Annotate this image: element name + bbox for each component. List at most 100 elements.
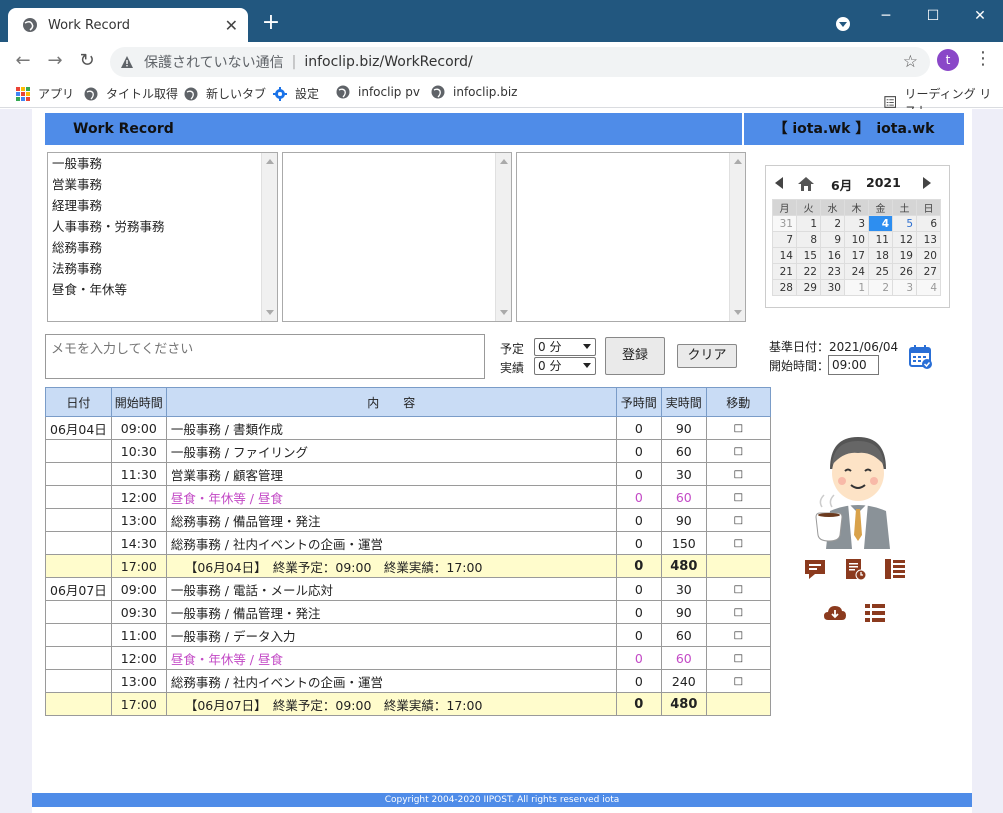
calendar-day[interactable]: 2 bbox=[868, 279, 893, 296]
home-icon[interactable] bbox=[798, 177, 814, 191]
table-row[interactable]: 10:30 一般事務 / ファイリング 0 60 □ bbox=[45, 439, 771, 463]
register-button[interactable]: 登録 bbox=[605, 337, 665, 375]
day-total-row[interactable]: 17:00 【06月04日】 終業予定：09:00 終業実績：17:00 0 480 bbox=[45, 554, 771, 578]
bookmark-settings[interactable]: 設定 bbox=[273, 85, 319, 102]
browser-tab[interactable]: Work Record ✕ bbox=[8, 8, 248, 42]
tab-search-icon[interactable] bbox=[836, 17, 850, 31]
calendar-day[interactable]: 27 bbox=[916, 263, 941, 280]
bookmark-newtab[interactable]: 新しいタブ bbox=[184, 85, 266, 102]
category-item[interactable]: 人事事務・労務事務 bbox=[48, 216, 277, 237]
subcategory-listbox[interactable] bbox=[282, 152, 512, 322]
scroll-down-icon[interactable] bbox=[734, 310, 742, 315]
clear-button[interactable]: クリア bbox=[677, 344, 737, 368]
calendar-day[interactable]: 10 bbox=[844, 231, 869, 248]
table-row[interactable]: 09:30 一般事務 / 備品管理・発注 0 90 □ bbox=[45, 600, 771, 624]
download-icon[interactable] bbox=[823, 601, 847, 625]
listbox-scrollbar[interactable] bbox=[729, 153, 745, 321]
calendar-day[interactable]: 2 bbox=[820, 215, 845, 232]
bookmark-star-icon[interactable]: ☆ bbox=[903, 52, 918, 72]
calendar-day[interactable]: 23 bbox=[820, 263, 845, 280]
listbox-scrollbar[interactable] bbox=[495, 153, 511, 321]
prev-month-icon[interactable] bbox=[775, 177, 783, 189]
calendar-day[interactable]: 5 bbox=[892, 215, 917, 232]
table-row[interactable]: 13:00 総務事務 / 社内イベントの企画・運営 0 240 □ bbox=[45, 669, 771, 693]
row-move-checkbox[interactable]: □ bbox=[705, 439, 771, 463]
calendar-day[interactable]: 11 bbox=[868, 231, 893, 248]
category-item[interactable]: 一般事務 bbox=[48, 153, 277, 174]
detail-listbox[interactable] bbox=[516, 152, 746, 322]
new-tab-icon[interactable]: + bbox=[258, 10, 284, 36]
calendar-day[interactable]: 15 bbox=[796, 247, 821, 264]
memo-input[interactable] bbox=[45, 334, 485, 379]
row-move-checkbox[interactable]: □ bbox=[705, 531, 771, 555]
row-move-checkbox[interactable]: □ bbox=[705, 462, 771, 486]
address-bar[interactable]: 保護されていない通信 | infoclip.biz/WorkRecord/ ☆ bbox=[110, 47, 930, 77]
list-icon[interactable] bbox=[883, 557, 907, 581]
calendar-day[interactable]: 1 bbox=[844, 279, 869, 296]
yotei-select[interactable]: 0 分 bbox=[534, 338, 596, 356]
close-window-icon[interactable]: ✕ bbox=[957, 0, 1003, 32]
calendar-day[interactable]: 14 bbox=[772, 247, 797, 264]
day-total-row[interactable]: 17:00 【06月07日】 終業予定：09:00 終業実績：17:00 0 480 bbox=[45, 692, 771, 716]
calendar-day[interactable]: 9 bbox=[820, 231, 845, 248]
tab-close-icon[interactable]: ✕ bbox=[225, 16, 238, 35]
calendar-day[interactable]: 30 bbox=[820, 279, 845, 296]
calendar-day[interactable]: 4 bbox=[868, 215, 893, 232]
calendar-day[interactable]: 3 bbox=[844, 215, 869, 232]
scroll-up-icon[interactable] bbox=[266, 159, 274, 164]
calendar-day[interactable]: 13 bbox=[916, 231, 941, 248]
calendar-day[interactable]: 29 bbox=[796, 279, 821, 296]
table-row[interactable]: 12:00 昼食・年休等 / 昼食 0 60 □ bbox=[45, 646, 771, 670]
category-item[interactable]: 総務事務 bbox=[48, 237, 277, 258]
calendar-day[interactable]: 6 bbox=[916, 215, 941, 232]
calendar-day[interactable]: 16 bbox=[820, 247, 845, 264]
calendar-check-icon[interactable] bbox=[909, 344, 933, 370]
calendar-day[interactable]: 12 bbox=[892, 231, 917, 248]
start-time-input[interactable]: 09:00 bbox=[828, 355, 879, 375]
menu-list-icon[interactable] bbox=[863, 601, 887, 625]
calendar-day[interactable]: 26 bbox=[892, 263, 917, 280]
report-icon[interactable] bbox=[843, 557, 867, 581]
browser-menu-icon[interactable]: ⋮ bbox=[974, 48, 992, 69]
row-move-checkbox[interactable]: □ bbox=[705, 623, 771, 647]
calendar-day[interactable]: 24 bbox=[844, 263, 869, 280]
calendar-day[interactable]: 4 bbox=[916, 279, 941, 296]
reload-icon[interactable]: ↻ bbox=[76, 50, 98, 72]
calendar-day[interactable]: 17 bbox=[844, 247, 869, 264]
bookmark-infoclip-pv[interactable]: infoclip pv bbox=[336, 85, 420, 99]
row-move-checkbox[interactable]: □ bbox=[705, 508, 771, 532]
bookmark-title[interactable]: タイトル取得 bbox=[84, 85, 178, 102]
minimize-icon[interactable]: ─ bbox=[863, 0, 909, 32]
calendar-day[interactable]: 25 bbox=[868, 263, 893, 280]
scroll-down-icon[interactable] bbox=[266, 310, 274, 315]
table-row[interactable]: 12:00 昼食・年休等 / 昼食 0 60 □ bbox=[45, 485, 771, 509]
next-month-icon[interactable] bbox=[923, 177, 931, 189]
calendar-day[interactable]: 20 bbox=[916, 247, 941, 264]
calendar-day[interactable]: 3 bbox=[892, 279, 917, 296]
maximize-icon[interactable]: ☐ bbox=[910, 0, 956, 32]
jisseki-select[interactable]: 0 分 bbox=[534, 357, 596, 375]
row-move-checkbox[interactable]: □ bbox=[705, 485, 771, 509]
category-listbox[interactable]: 一般事務 営業事務 経理事務 人事事務・労務事務 総務事務 法務事務 昼食・年休等 bbox=[47, 152, 278, 322]
table-row[interactable]: 11:00 一般事務 / データ入力 0 60 □ bbox=[45, 623, 771, 647]
calendar-day[interactable]: 21 bbox=[772, 263, 797, 280]
scroll-up-icon[interactable] bbox=[734, 159, 742, 164]
calendar-day[interactable]: 31 bbox=[772, 215, 797, 232]
calendar-day[interactable]: 22 bbox=[796, 263, 821, 280]
back-icon[interactable]: ← bbox=[12, 50, 34, 72]
scroll-down-icon[interactable] bbox=[500, 310, 508, 315]
row-move-checkbox[interactable]: □ bbox=[705, 416, 771, 440]
table-row[interactable]: 06月07日 09:00 一般事務 / 電話・メール応対 0 30 □ bbox=[45, 577, 771, 601]
profile-avatar[interactable]: t bbox=[937, 49, 959, 71]
table-row[interactable]: 13:00 総務事務 / 備品管理・発注 0 90 □ bbox=[45, 508, 771, 532]
row-move-checkbox[interactable]: □ bbox=[705, 669, 771, 693]
row-move-checkbox[interactable]: □ bbox=[705, 600, 771, 624]
table-row[interactable]: 14:30 総務事務 / 社内イベントの企画・運営 0 150 □ bbox=[45, 531, 771, 555]
category-item[interactable]: 昼食・年休等 bbox=[48, 279, 277, 300]
bookmark-apps[interactable]: アプリ bbox=[16, 85, 74, 102]
comment-icon[interactable] bbox=[803, 557, 827, 581]
listbox-scrollbar[interactable] bbox=[261, 153, 277, 321]
calendar-day[interactable]: 19 bbox=[892, 247, 917, 264]
table-row[interactable]: 11:30 営業事務 / 顧客管理 0 30 □ bbox=[45, 462, 771, 486]
category-item[interactable]: 経理事務 bbox=[48, 195, 277, 216]
